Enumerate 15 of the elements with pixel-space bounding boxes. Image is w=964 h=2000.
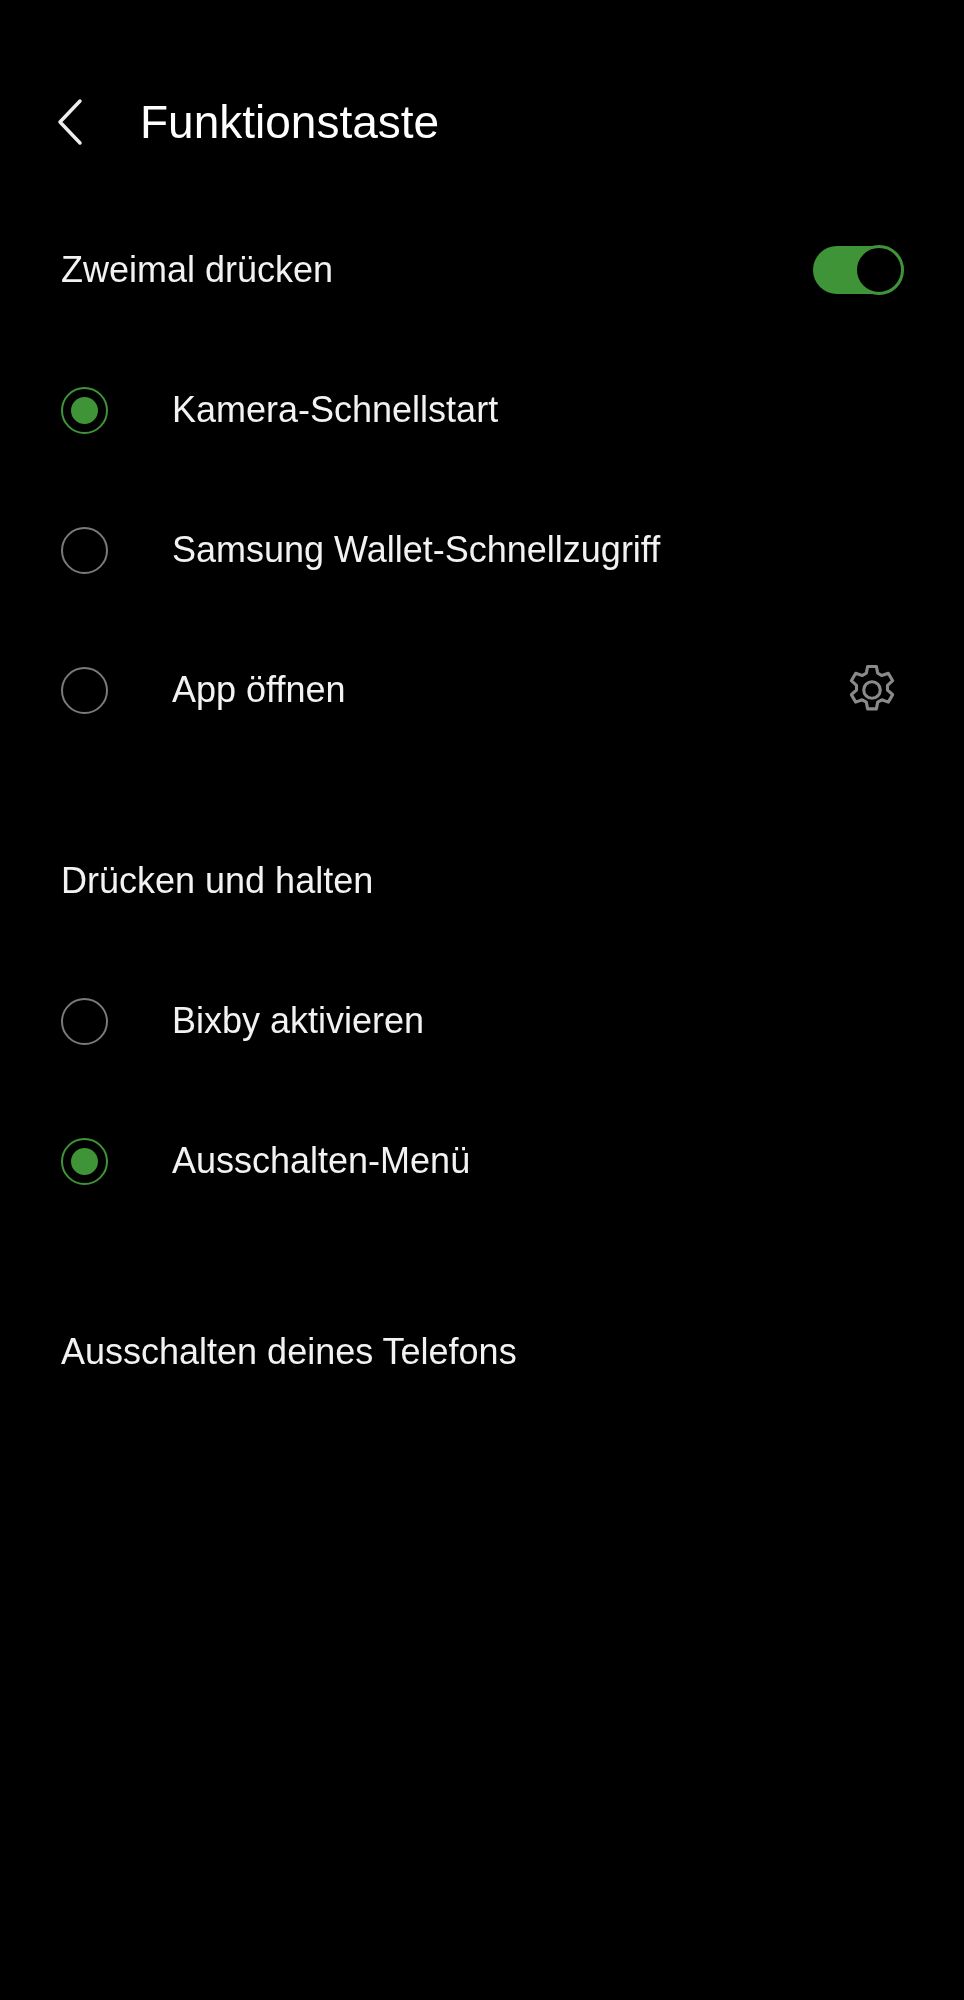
radio-button[interactable] (61, 386, 108, 434)
option-label[interactable]: Samsung Wallet-Schnellzugriff (172, 529, 903, 571)
section-title: Drücken und halten (61, 860, 375, 902)
radio-button[interactable] (61, 1137, 108, 1185)
option-label[interactable]: Ausschalten-Menü (172, 1140, 903, 1182)
radio-button[interactable] (61, 997, 108, 1045)
radio-button[interactable] (61, 666, 108, 714)
option-label[interactable]: App öffnen (172, 669, 841, 711)
radio-button[interactable] (61, 526, 108, 574)
page-title: Funktionstaste (140, 95, 440, 149)
section-title: Zweimal drücken (61, 249, 335, 291)
power-off-link[interactable]: Ausschalten deines Telefons (61, 1331, 517, 1373)
toggle-switch[interactable] (813, 246, 903, 294)
option-label[interactable]: Kamera-Schnellstart (172, 389, 903, 431)
option-label[interactable]: Bixby aktivieren (172, 1000, 903, 1042)
